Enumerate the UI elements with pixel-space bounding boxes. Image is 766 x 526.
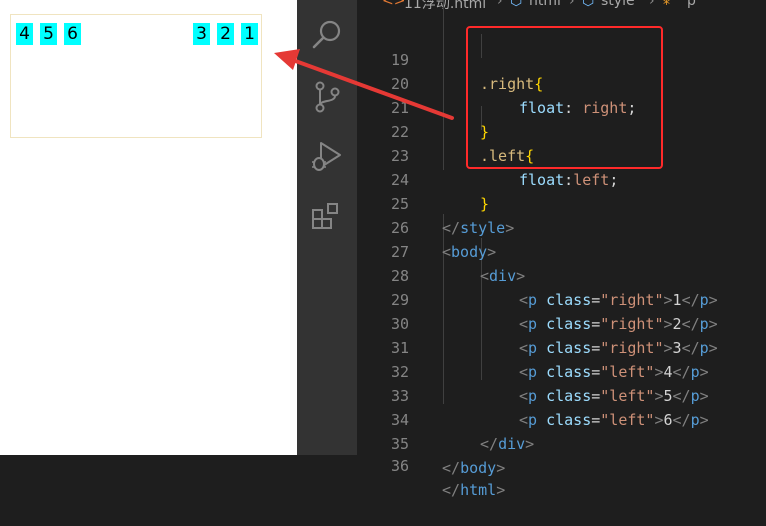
cube-icon: ⬡ <box>510 0 523 9</box>
breadcrumb-style[interactable]: style <box>601 0 635 9</box>
chevron-right-icon: › <box>569 0 575 9</box>
line-number: 36 <box>390 457 409 475</box>
cube-icon: ⬡ <box>582 0 595 9</box>
code-line-35: 35 </body> <box>357 408 766 477</box>
tag-name: html <box>460 481 497 499</box>
chevron-right-icon: › <box>497 0 503 9</box>
code-line-33: 33 <p class="left">6</p> <box>357 360 766 429</box>
code-line-30: 30 <p class="right">3</p> <box>357 288 766 357</box>
extensions-icon[interactable] <box>310 200 344 234</box>
run-debug-icon[interactable] <box>310 140 344 174</box>
code-line-25: 25 </style> <box>357 168 766 237</box>
code-line-29: 29 <p class="right">2</p> <box>357 264 766 333</box>
code-line-26: 26 <body> <box>357 192 766 261</box>
annotation-highlight-box <box>466 26 663 169</box>
float-right-item-1: 1 <box>241 23 258 45</box>
code-line-36: 36 </html> <box>357 430 766 499</box>
float-right-item-2: 2 <box>217 23 234 45</box>
code-text: </body> <box>442 456 505 480</box>
selector-icon: ⁑ <box>663 0 670 9</box>
html-file-icon: <> <box>382 0 406 9</box>
float-left-item-4: 4 <box>16 23 33 45</box>
code-line-31: 31 <p class="left">4</p> <box>357 312 766 381</box>
float-container-div: 4 5 6 3 2 1 <box>10 14 262 138</box>
tag-bracket: </ <box>442 481 461 499</box>
tag-name: body <box>460 459 497 477</box>
tag-bracket: </ <box>442 459 461 477</box>
breadcrumb-html[interactable]: html <box>529 0 561 9</box>
code-line-34: 34 </div> <box>357 384 766 453</box>
breadcrumb: <> 11浮动.html › ⬡ html › ⬡ style › ⁑ p <box>357 0 766 13</box>
code-text: </html> <box>442 478 505 502</box>
code-line-32: 32 <p class="left">5</p> <box>357 336 766 405</box>
chevron-right-icon: › <box>649 0 655 9</box>
float-left-item-5: 5 <box>40 23 57 45</box>
tag-bracket: > <box>496 481 506 499</box>
code-line-28: 28 <p class="right">1</p> <box>357 240 766 309</box>
breadcrumb-file[interactable]: 11浮动.html <box>404 0 486 13</box>
annotation-arrow-icon <box>274 49 454 120</box>
tag-bracket: > <box>496 459 506 477</box>
float-right-item-3: 3 <box>193 23 210 45</box>
browser-preview: 4 5 6 3 2 1 <box>0 0 297 455</box>
code-line-27: 27 <div> <box>357 216 766 285</box>
float-left-item-6: 6 <box>64 23 81 45</box>
breadcrumb-p[interactable]: p <box>687 0 696 9</box>
